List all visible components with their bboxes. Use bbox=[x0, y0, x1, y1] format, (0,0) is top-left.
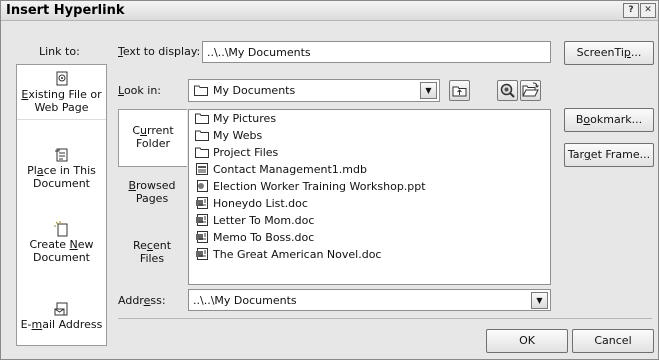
file-name: Election Worker Training Workshop.ppt bbox=[213, 180, 426, 193]
look-in-value: My Documents bbox=[213, 84, 296, 97]
word-document-icon bbox=[196, 214, 208, 226]
link-to-existing-file[interactable]: Existing File or Web Page bbox=[17, 67, 106, 120]
browsed-pages-label-2: Pages bbox=[135, 192, 169, 205]
file-view-tabs: Current Folder Browsed Pages Recent File… bbox=[118, 109, 188, 283]
screentip-button[interactable]: ScreenTip... bbox=[564, 41, 654, 65]
tab-recent-files[interactable]: Recent Files bbox=[118, 239, 186, 279]
insert-hyperlink-dialog: Insert Hyperlink ? ✕ Link to: Existing F… bbox=[0, 0, 659, 360]
file-name: The Great American Novel.doc bbox=[213, 248, 382, 261]
link-to-panel: Existing File or Web Page Place in This … bbox=[16, 64, 107, 346]
existing-file-icon bbox=[56, 71, 67, 86]
powerpoint-file-icon bbox=[197, 180, 208, 192]
file-list[interactable]: My Pictures My Webs Project Files Contac… bbox=[188, 109, 551, 285]
dialog-title: Insert Hyperlink bbox=[6, 3, 125, 18]
place-in-document-icon bbox=[54, 148, 67, 162]
create-new-document-icon bbox=[53, 221, 67, 237]
browse-web-icon bbox=[500, 83, 515, 98]
word-document-icon bbox=[196, 231, 208, 243]
email-address-icon bbox=[54, 302, 67, 316]
tab-browsed-pages[interactable]: Browsed Pages bbox=[118, 179, 186, 219]
recent-files-label-2: Files bbox=[139, 252, 165, 265]
file-name: Memo To Boss.doc bbox=[213, 231, 315, 244]
look-in-dropdown-arrow[interactable]: ▼ bbox=[420, 82, 437, 99]
link-to-place-in-document[interactable]: Place in This Document bbox=[17, 147, 106, 197]
create-new-document-label-2: Document bbox=[33, 251, 90, 264]
divider bbox=[118, 318, 652, 319]
link-to-label: Link to: bbox=[39, 45, 80, 58]
folder-icon bbox=[194, 85, 208, 96]
bookmark-button[interactable]: Bookmark... bbox=[564, 108, 654, 132]
address-label: Address: bbox=[118, 294, 166, 307]
look-in-label: Look in: bbox=[118, 84, 161, 97]
folder-icon bbox=[195, 130, 209, 141]
up-one-folder-button[interactable] bbox=[449, 80, 470, 101]
browse-file-button[interactable] bbox=[520, 80, 541, 101]
text-to-display-input[interactable]: ..\..\My Documents bbox=[202, 41, 551, 63]
title-bar: Insert Hyperlink ? ✕ bbox=[1, 1, 658, 21]
file-name: My Webs bbox=[213, 129, 263, 142]
target-frame-button[interactable]: Target Frame... bbox=[564, 143, 654, 167]
text-to-display-value: ..\..\My Documents bbox=[207, 46, 311, 59]
address-combobox[interactable]: ..\..\My Documents ▼ bbox=[188, 289, 551, 311]
folder-icon bbox=[195, 147, 209, 158]
address-value: ..\..\My Documents bbox=[193, 294, 297, 307]
link-to-email-address[interactable]: E-mail Address bbox=[17, 301, 106, 341]
existing-file-label-2: Web Page bbox=[34, 101, 89, 114]
folder-icon bbox=[195, 113, 209, 124]
up-folder-icon bbox=[452, 86, 467, 97]
file-name: My Pictures bbox=[213, 112, 277, 125]
word-document-icon bbox=[196, 248, 208, 260]
access-database-icon bbox=[196, 163, 208, 175]
close-button[interactable]: ✕ bbox=[640, 3, 656, 18]
address-dropdown-arrow[interactable]: ▼ bbox=[531, 292, 548, 309]
file-name: Contact Management1.mdb bbox=[213, 163, 367, 176]
help-button[interactable]: ? bbox=[623, 3, 639, 18]
place-in-document-label-2: Document bbox=[33, 177, 90, 190]
open-folder-icon bbox=[522, 82, 539, 97]
cancel-button[interactable]: Cancel bbox=[572, 329, 654, 353]
link-to-create-new-document[interactable]: Create New Document bbox=[17, 221, 106, 271]
current-folder-label-2: Folder bbox=[136, 137, 170, 150]
file-name: Honeydo List.doc bbox=[213, 197, 308, 210]
text-to-display-label: Text to display: bbox=[118, 45, 201, 58]
look-in-combobox[interactable]: My Documents ▼ bbox=[188, 79, 440, 102]
tab-current-folder[interactable]: Current Folder bbox=[118, 109, 187, 167]
file-name: Letter To Mom.doc bbox=[213, 214, 315, 227]
browse-web-button[interactable] bbox=[497, 80, 518, 101]
word-document-icon bbox=[196, 197, 208, 209]
file-name: Project Files bbox=[213, 146, 279, 159]
ok-button[interactable]: OK bbox=[486, 329, 568, 353]
